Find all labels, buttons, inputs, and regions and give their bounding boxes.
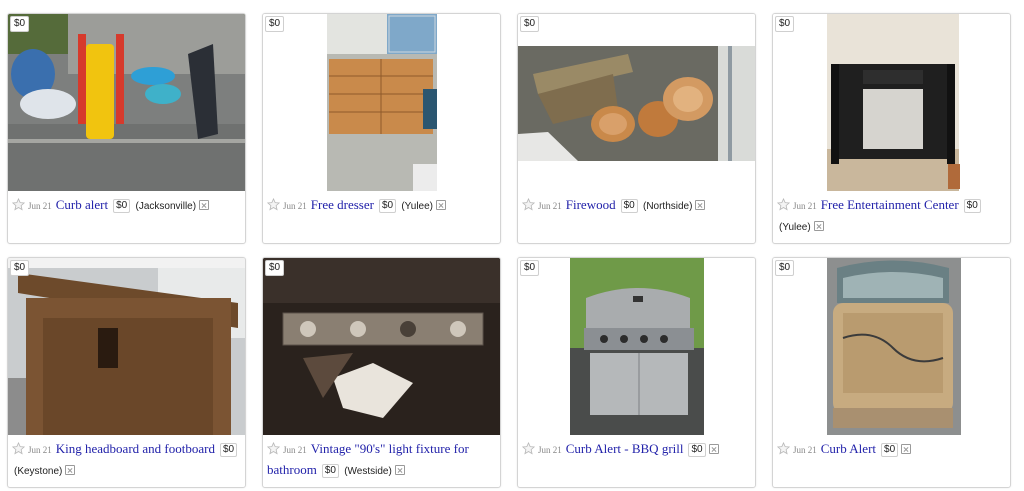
price-label: $0: [321, 464, 339, 478]
post-date: Jun 21: [28, 445, 52, 455]
hide-x-icon[interactable]: [695, 200, 706, 210]
location-label: (Yulee): [401, 201, 433, 212]
star-outline-icon[interactable]: [12, 442, 25, 455]
price-badge: $0: [520, 260, 540, 276]
listing-title-link[interactable]: Free Entertainment Center: [821, 197, 959, 212]
listing-photo-bbq-grill: [570, 258, 704, 435]
listing-photo-firewood: [518, 46, 755, 161]
listing-title-link[interactable]: Firewood: [566, 197, 616, 212]
price-badge: $0: [775, 260, 795, 276]
star-outline-icon[interactable]: [267, 198, 280, 211]
listing-card[interactable]: $0 Jun 21 Curb Alert - BBQ grill $0: [517, 257, 756, 488]
listing-photo-case: [827, 258, 961, 435]
listing-photo-entertainment-center: [827, 14, 960, 191]
listing-title-link[interactable]: Curb alert: [56, 197, 108, 212]
listing-card[interactable]: $0 Jun 21 Vintage "90's" light fixture fo…: [262, 257, 501, 488]
price-label: $0: [688, 443, 706, 457]
post-date: Jun 21: [793, 201, 817, 211]
post-date: Jun 21: [283, 445, 307, 455]
price-badge: $0: [520, 16, 540, 32]
listing-photo-dresser: [327, 14, 437, 191]
price-label: $0: [113, 199, 131, 213]
price-badge: $0: [10, 16, 30, 32]
post-date: Jun 21: [283, 201, 307, 211]
hide-x-icon[interactable]: [901, 444, 912, 454]
location-label: (Keystone): [14, 466, 63, 477]
listing-photo-headboard: [8, 258, 245, 435]
listing-image[interactable]: [263, 14, 500, 191]
location-label: (Jacksonville): [135, 201, 197, 212]
listing-card[interactable]: $0 Jun 21 Free Entertainment Center $0 (Yu…: [772, 13, 1011, 244]
post-date: Jun 21: [28, 201, 52, 211]
price-label: $0: [881, 443, 899, 457]
price-badge: $0: [265, 260, 285, 276]
price-badge: $0: [10, 260, 30, 276]
listing-title-link[interactable]: Curb Alert: [821, 441, 876, 456]
listing-card[interactable]: $0 Jun 21 Free dresser $0 (Yulee): [262, 13, 501, 244]
hide-x-icon[interactable]: [199, 200, 210, 210]
hide-x-icon[interactable]: [708, 444, 719, 454]
listing-card[interactable]: $0 Jun 21 Firewood $0 (Northside): [517, 13, 756, 244]
star-outline-icon[interactable]: [267, 442, 280, 455]
listing-title-link[interactable]: Free dresser: [311, 197, 374, 212]
listing-title-link[interactable]: King headboard and footboard: [56, 441, 215, 456]
post-date: Jun 21: [538, 201, 562, 211]
listing-card[interactable]: $0 Jun 21 King headboard and footboard $0 …: [7, 257, 246, 488]
star-outline-icon[interactable]: [777, 198, 790, 211]
hide-x-icon[interactable]: [394, 465, 405, 475]
listing-image[interactable]: [263, 258, 500, 435]
listing-image[interactable]: [773, 258, 1010, 435]
price-label: $0: [378, 199, 397, 213]
listing-image[interactable]: [8, 258, 245, 435]
price-badge: $0: [775, 16, 795, 32]
post-date: Jun 21: [793, 445, 817, 455]
post-date: Jun 21: [538, 445, 562, 455]
listing-photo-light-fixture: [263, 258, 500, 435]
listing-image[interactable]: [773, 14, 1010, 191]
star-outline-icon[interactable]: [777, 442, 790, 455]
listing-image[interactable]: [518, 258, 755, 435]
star-outline-icon[interactable]: [12, 198, 25, 211]
hide-x-icon[interactable]: [65, 465, 76, 475]
listing-photo-kids-toys: [8, 14, 245, 191]
listing-card[interactable]: $0 Jun 21 Curb Alert $0: [772, 257, 1011, 488]
price-label: $0: [620, 199, 638, 213]
price-label: $0: [219, 443, 238, 457]
location-label: (Northside): [642, 201, 693, 212]
location-label: (Westside): [344, 466, 392, 477]
star-outline-icon[interactable]: [522, 198, 535, 211]
star-outline-icon[interactable]: [522, 442, 535, 455]
listing-image[interactable]: [518, 14, 755, 191]
price-badge: $0: [265, 16, 285, 32]
hide-x-icon[interactable]: [813, 221, 824, 231]
listing-image[interactable]: [8, 14, 245, 191]
location-label: (Yulee): [779, 222, 811, 233]
hide-x-icon[interactable]: [436, 200, 446, 210]
listing-card[interactable]: $0 Jun 21 Curb alert $0 (Jacksonville): [7, 13, 246, 244]
price-label: $0: [963, 199, 981, 213]
listing-title-link[interactable]: Curb Alert - BBQ grill: [566, 441, 684, 456]
